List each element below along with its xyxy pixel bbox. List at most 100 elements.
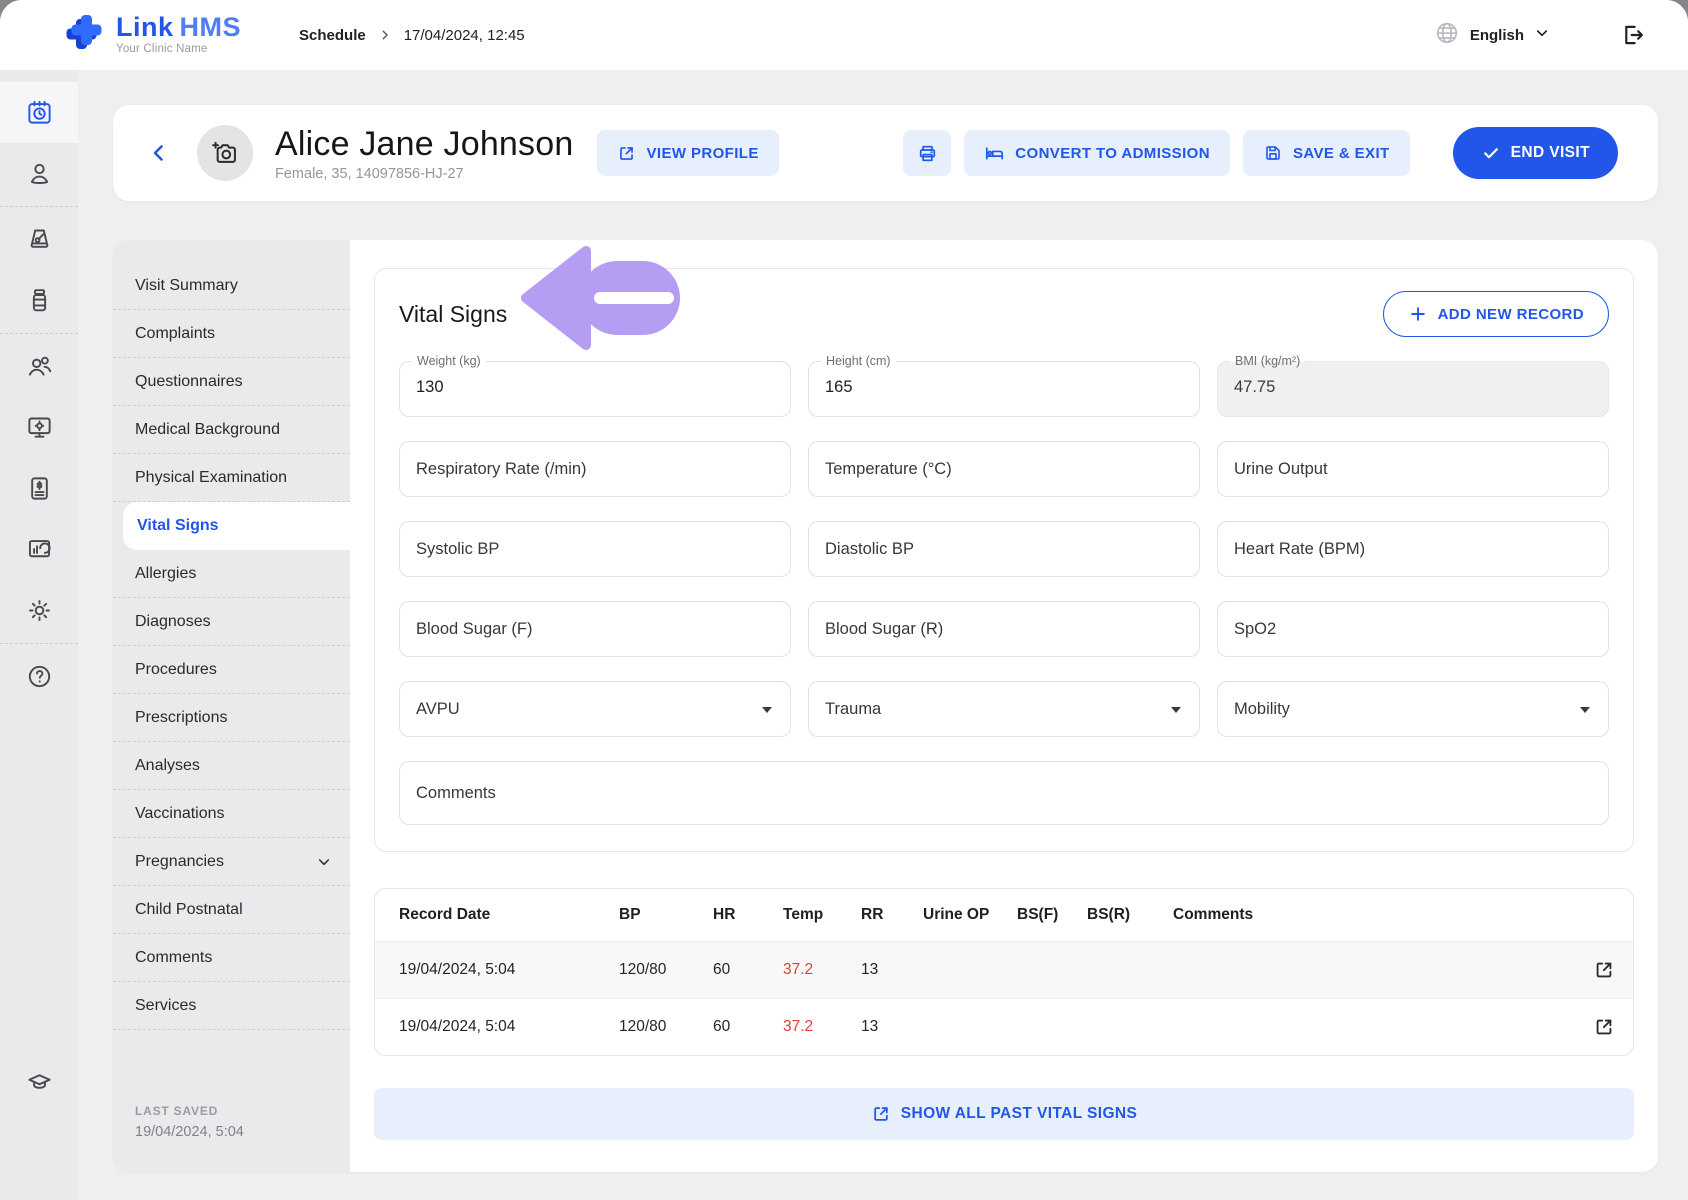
convert-to-admission-button[interactable]: CONVERT TO ADMISSION <box>964 130 1230 176</box>
sidebar-item-patients[interactable] <box>0 143 78 204</box>
comments-field[interactable]: Comments <box>399 761 1609 825</box>
end-visit-button[interactable]: END VISIT <box>1453 127 1618 179</box>
nav-item-label: Comments <box>135 949 212 967</box>
nav-item-procedures[interactable]: Procedures <box>113 646 350 694</box>
cell-hr: 60 <box>713 961 783 979</box>
nav-item-label: Visit Summary <box>135 277 238 295</box>
mobility-select[interactable]: Mobility <box>1217 681 1609 737</box>
col-bs-f: BS(F) <box>1017 906 1087 924</box>
systolic-bp-field[interactable]: Systolic BP <box>399 521 791 577</box>
nav-item-pregnancies[interactable]: Pregnancies <box>113 838 350 886</box>
print-button[interactable] <box>903 130 951 176</box>
nav-item-vital-signs[interactable]: Vital Signs <box>123 502 350 550</box>
weight-field[interactable]: Weight (kg) 130 <box>399 361 791 417</box>
col-record-date: Record Date <box>399 906 619 924</box>
nav-item-label: Procedures <box>135 661 217 679</box>
avpu-select[interactable]: AVPU <box>399 681 791 737</box>
sidebar-item-staff[interactable] <box>0 336 78 397</box>
breadcrumb-schedule-link[interactable]: Schedule <box>299 27 366 44</box>
sidebar-item-settings[interactable] <box>0 580 78 641</box>
nav-item-physical-examination[interactable]: Physical Examination <box>113 454 350 502</box>
nav-item-label: Allergies <box>135 565 196 583</box>
heart-rate-label: Heart Rate (BPM) <box>1218 522 1608 576</box>
blood-sugar-f-field[interactable]: Blood Sugar (F) <box>399 601 791 657</box>
nav-item-label: Medical Background <box>135 421 280 439</box>
view-profile-label: VIEW PROFILE <box>646 145 758 162</box>
nav-item-allergies[interactable]: Allergies <box>113 550 350 598</box>
nav-item-label: Vital Signs <box>137 517 219 535</box>
respiratory-rate-field[interactable]: Respiratory Rate (/min) <box>399 441 791 497</box>
clinic-name: Your Clinic Name <box>116 44 241 56</box>
show-all-past-vital-signs-button[interactable]: SHOW ALL PAST VITAL SIGNS <box>374 1088 1634 1140</box>
dropdown-caret-icon <box>1580 707 1590 713</box>
cell-temp: 37.2 <box>783 961 861 979</box>
trauma-label: Trauma <box>809 682 1199 736</box>
temperature-field[interactable]: Temperature (°C) <box>808 441 1200 497</box>
nav-item-comments[interactable]: Comments <box>113 934 350 982</box>
open-record-button[interactable] <box>1567 1016 1615 1038</box>
open-record-button[interactable] <box>1567 959 1615 981</box>
sidebar-item-pharmacy[interactable] <box>0 270 78 331</box>
height-field[interactable]: Height (cm) 165 <box>808 361 1200 417</box>
nav-item-diagnoses[interactable]: Diagnoses <box>113 598 350 646</box>
dropdown-caret-icon <box>1171 707 1181 713</box>
back-button[interactable] <box>147 141 171 165</box>
help-icon <box>26 663 53 690</box>
urine-output-field[interactable]: Urine Output <box>1217 441 1609 497</box>
sidebar-item-laboratory[interactable] <box>0 209 78 270</box>
sidebar-item-learning[interactable] <box>0 1069 78 1096</box>
diastolic-bp-field[interactable]: Diastolic BP <box>808 521 1200 577</box>
patient-avatar-add-photo[interactable] <box>197 125 253 181</box>
language-selector[interactable]: English <box>1470 25 1550 46</box>
top-bar: LinkHMS Your Clinic Name Schedule 17/04/… <box>0 0 1688 70</box>
spo2-field[interactable]: SpO2 <box>1217 601 1609 657</box>
save-exit-button[interactable]: SAVE & EXIT <box>1243 130 1410 176</box>
breadcrumb-chevron-icon <box>378 28 392 42</box>
monitor-gear-icon <box>26 414 53 441</box>
bed-icon <box>984 143 1005 164</box>
app-logo: LinkHMS Your Clinic Name <box>64 13 241 58</box>
sidebar-item-schedule[interactable] <box>0 82 78 143</box>
patient-name: Alice Jane Johnson <box>275 125 573 164</box>
nav-item-child-postnatal[interactable]: Child Postnatal <box>113 886 350 934</box>
logout-icon[interactable] <box>1620 22 1646 48</box>
sidebar-item-reports[interactable] <box>0 519 78 580</box>
col-urine-op: Urine OP <box>923 906 1017 924</box>
save-icon <box>1263 143 1283 163</box>
add-new-record-button[interactable]: ADD NEW RECORD <box>1383 291 1609 337</box>
nav-item-visit-summary[interactable]: Visit Summary <box>113 262 350 310</box>
nav-item-vaccinations[interactable]: Vaccinations <box>113 790 350 838</box>
nav-item-prescriptions[interactable]: Prescriptions <box>113 694 350 742</box>
last-saved-value: 19/04/2024, 5:04 <box>135 1124 244 1140</box>
nav-item-analyses[interactable]: Analyses <box>113 742 350 790</box>
camera-add-icon <box>211 139 239 167</box>
sidebar-item-devices[interactable] <box>0 397 78 458</box>
nav-item-label: Questionnaires <box>135 373 243 391</box>
avpu-label: AVPU <box>400 682 790 736</box>
trauma-select[interactable]: Trauma <box>808 681 1200 737</box>
nav-item-label: Physical Examination <box>135 469 287 487</box>
plus-icon <box>1408 304 1428 324</box>
respiratory-rate-label: Respiratory Rate (/min) <box>400 442 790 496</box>
nav-item-questionnaires[interactable]: Questionnaires <box>113 358 350 406</box>
cell-rr: 13 <box>861 961 923 979</box>
person-icon <box>26 160 53 187</box>
urine-output-label: Urine Output <box>1218 442 1608 496</box>
sidebar-item-help[interactable] <box>0 646 78 707</box>
chevron-left-icon <box>147 141 171 165</box>
sidebar-divider <box>0 333 78 334</box>
pill-bottle-icon <box>26 287 53 314</box>
brand-name-hms: HMS <box>180 12 242 42</box>
sidebar-item-billing[interactable] <box>0 458 78 519</box>
icon-sidebar <box>0 70 78 1200</box>
heart-rate-field[interactable]: Heart Rate (BPM) <box>1217 521 1609 577</box>
cell-rr: 13 <box>861 1018 923 1036</box>
view-profile-button[interactable]: VIEW PROFILE <box>597 130 778 176</box>
external-link-icon <box>617 144 636 163</box>
nav-item-services[interactable]: Services <box>113 982 350 1030</box>
sidebar-divider <box>0 643 78 644</box>
blood-sugar-r-field[interactable]: Blood Sugar (R) <box>808 601 1200 657</box>
nav-item-label: Pregnancies <box>135 853 224 871</box>
nav-item-complaints[interactable]: Complaints <box>113 310 350 358</box>
nav-item-medical-background[interactable]: Medical Background <box>113 406 350 454</box>
